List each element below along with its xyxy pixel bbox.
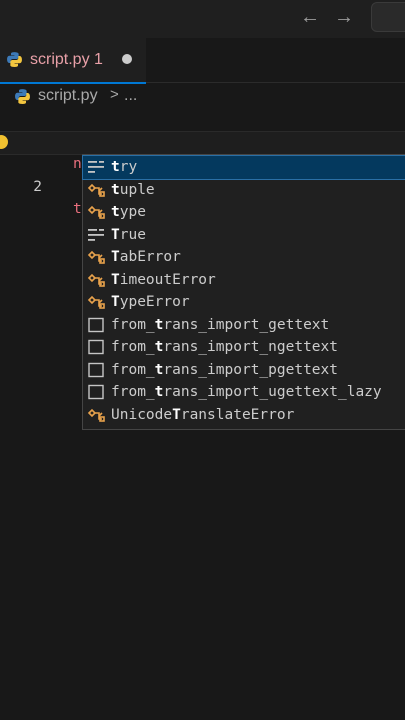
class-icon [87,295,105,309]
suggestion-label: TabError [111,249,181,265]
tab-label: script.py 1 [30,51,103,68]
suggestion-label: from_trans_import_gettext [111,316,330,333]
problem-count: 1 [94,51,103,68]
line-number: 2 [33,179,42,195]
breadcrumb: script.py > ... [0,84,405,108]
code-line-current: 2 t [0,131,405,218]
title-bar: ← → [0,0,405,38]
python-icon [7,52,22,67]
text-icon [88,317,104,332]
suggestion-item[interactable]: tuple [83,179,405,202]
class-icon [87,408,105,422]
breadcrumb-more[interactable]: ... [124,87,137,105]
keyword-icon [88,161,104,173]
suggestion-label: from_trans_import_ugettext_lazy [111,384,382,400]
tab-script-py[interactable]: script.py 1 [0,38,146,84]
suggestion-label: try [111,159,138,175]
suggestion-label: from_trans_import_ngettext [111,339,338,355]
suggestion-label: TimeoutError [111,271,216,288]
text-icon [88,384,104,400]
autocomplete-suggestions: try tuple type True TabError TimeoutError Type… [82,154,405,430]
suggestion-item[interactable]: type [83,201,405,224]
tab-bar: script.py 1 [0,38,405,84]
class-icon [87,205,105,219]
text-icon [88,339,104,355]
suggestion-item[interactable]: try [82,155,405,180]
class-icon [87,183,105,197]
suggestion-label: UnicodeTranslateError [111,406,295,423]
arrow-left-icon[interactable]: ← [300,6,320,29]
suggestion-item[interactable]: from_trans_import_gettext [83,314,405,337]
suggestion-item[interactable]: from_trans_import_pgettext [83,359,405,382]
unsaved-dot-icon[interactable] [122,54,132,64]
suggestion-label: True [111,226,146,243]
suggestion-item[interactable]: TabError [83,246,405,269]
suggestion-label: type [111,204,146,220]
chevron-right-icon: > [110,86,119,103]
keyword-icon [88,228,104,241]
class-icon [87,250,105,264]
suggestion-item[interactable]: from_trans_import_ugettext_lazy [83,381,405,404]
suggestion-label: TypeError [111,294,190,310]
suggestion-item[interactable]: True [83,224,405,247]
command-center[interactable] [371,2,405,32]
suggestion-item[interactable]: TypeError [83,291,405,314]
suggestion-item[interactable]: TimeoutError [83,269,405,292]
python-icon [15,89,30,104]
lightbulb-icon[interactable] [0,135,8,149]
suggestion-item[interactable]: UnicodeTranslateError [83,404,405,427]
suggestion-label: from_trans_import_pgettext [111,361,338,378]
breadcrumb-file[interactable]: script.py [38,87,98,105]
suggestion-item[interactable]: from_trans_import_ngettext [83,336,405,359]
code-line: 1 numeros = [45, 67, 12, 34, 56] [0,109,405,172]
suggestion-label: tuple [111,181,155,198]
class-icon [87,273,105,287]
text-icon [88,362,104,377]
arrow-right-icon[interactable]: → [334,6,354,29]
